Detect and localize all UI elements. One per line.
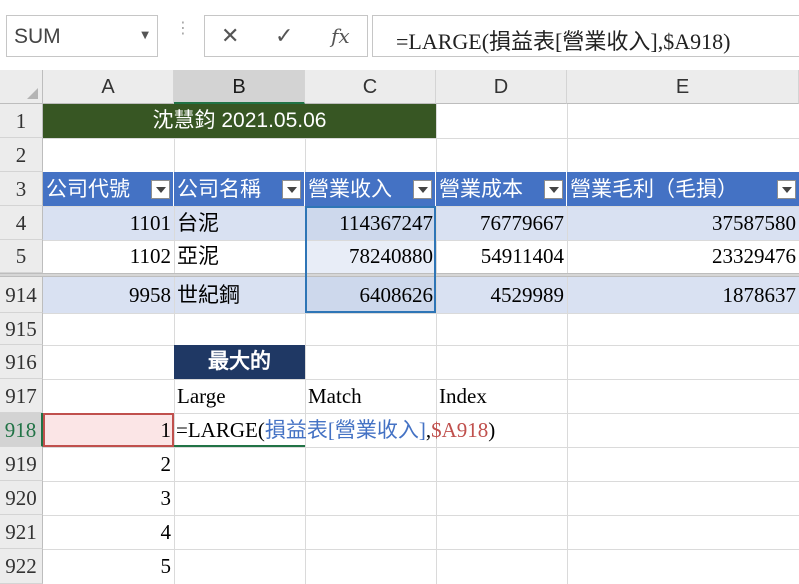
filter-dropdown-icon[interactable] bbox=[777, 180, 796, 199]
row-header-4[interactable]: 4 bbox=[0, 206, 43, 240]
column-header-c[interactable]: C bbox=[305, 70, 436, 104]
name-box[interactable]: SUM ▼ bbox=[6, 15, 158, 57]
cell-c917[interactable]: Match bbox=[305, 379, 436, 413]
formula-table-ref: 損益表[營業收入] bbox=[264, 418, 426, 442]
cell-b5[interactable]: 亞泥 bbox=[174, 240, 305, 273]
gridline bbox=[43, 313, 799, 314]
filter-dropdown-icon[interactable] bbox=[282, 180, 301, 199]
cell-e5[interactable]: 23329476 bbox=[567, 240, 799, 273]
cell-d914[interactable]: 4529989 bbox=[436, 277, 567, 313]
formula-buttons: ✕ ✓ fx bbox=[204, 15, 368, 57]
insert-function-icon[interactable]: fx bbox=[331, 24, 350, 48]
row-header-917[interactable]: 917 bbox=[0, 379, 43, 413]
cell-b4[interactable]: 台泥 bbox=[174, 206, 305, 240]
formula-input[interactable]: =LARGE(損益表[營業收入],$A918) bbox=[372, 15, 799, 57]
cell-a922[interactable]: 5 bbox=[43, 549, 174, 584]
cell-d917[interactable]: Index bbox=[436, 379, 567, 413]
row-header-916[interactable]: 916 bbox=[0, 345, 43, 379]
gridline bbox=[43, 345, 799, 346]
formula-text: =LARGE(損益表[營業收入],$A918) bbox=[396, 29, 731, 54]
formula-suffix: ) bbox=[488, 418, 496, 442]
cell-a914[interactable]: 9958 bbox=[43, 277, 174, 313]
row-header-3[interactable]: 3 bbox=[0, 172, 43, 206]
table-header-label: 營業收入 bbox=[308, 177, 392, 201]
row-header-920[interactable]: 920 bbox=[0, 481, 43, 515]
table-header-cell[interactable]: 營業成本 bbox=[436, 172, 567, 206]
cell-b917[interactable]: Large bbox=[174, 379, 305, 413]
cell-a921[interactable]: 4 bbox=[43, 515, 174, 549]
table-header-cell[interactable]: 營業收入 bbox=[305, 172, 436, 206]
cell-a5[interactable]: 1102 bbox=[43, 240, 174, 273]
table-header-cell[interactable]: 公司名稱 bbox=[174, 172, 305, 206]
table-header-label: 公司名稱 bbox=[177, 177, 261, 201]
drag-handle-icon[interactable]: ⋮ bbox=[175, 20, 191, 36]
cell-b914[interactable]: 世紀鋼 bbox=[174, 277, 305, 313]
row-header-2[interactable]: 2 bbox=[0, 138, 43, 172]
column-header-b[interactable]: B bbox=[174, 70, 305, 104]
gridline bbox=[43, 138, 799, 139]
worksheet-grid[interactable]: A B C D E 1 2 3 4 5 914 915 916 917 918 … bbox=[0, 70, 799, 584]
table-header-label: 營業毛利（毛損） bbox=[570, 177, 738, 201]
formula-prefix: =LARGE( bbox=[176, 418, 265, 442]
chevron-down-icon[interactable]: ▼ bbox=[141, 30, 149, 41]
cell-e4[interactable]: 37587580 bbox=[567, 206, 799, 240]
table-header-cell[interactable]: 公司代號 bbox=[43, 172, 174, 206]
row-header-1[interactable]: 1 bbox=[0, 104, 43, 138]
cell-d5[interactable]: 54911404 bbox=[436, 240, 567, 273]
name-box-value: SUM bbox=[14, 25, 61, 48]
cell-e914[interactable]: 1878637 bbox=[567, 277, 799, 313]
cell-a4[interactable]: 1101 bbox=[43, 206, 174, 240]
cell-a918[interactable]: 1 bbox=[43, 413, 174, 447]
row-header-5[interactable]: 5 bbox=[0, 240, 43, 273]
table-header-label: 營業成本 bbox=[439, 177, 523, 201]
table-header-cell[interactable]: 營業毛利（毛損） bbox=[567, 172, 799, 206]
row-header-922[interactable]: 922 bbox=[0, 549, 43, 584]
row-header-919[interactable]: 919 bbox=[0, 447, 43, 481]
column-header-e[interactable]: E bbox=[567, 70, 799, 104]
filter-dropdown-icon[interactable] bbox=[544, 180, 563, 199]
row-header-915[interactable]: 915 bbox=[0, 313, 43, 345]
column-header-a[interactable]: A bbox=[43, 70, 174, 104]
cell-a919[interactable]: 2 bbox=[43, 447, 174, 481]
row-header-914[interactable]: 914 bbox=[0, 277, 43, 313]
max-label-cell[interactable]: 最大的 bbox=[174, 345, 305, 379]
filter-dropdown-icon[interactable] bbox=[151, 180, 170, 199]
formula-bar: SUM ▼ ⋮ ✕ ✓ fx =LARGE(損益表[營業收入],$A918) bbox=[0, 0, 799, 70]
formula-cell-ref: $A918 bbox=[431, 418, 489, 442]
cell-d4[interactable]: 76779667 bbox=[436, 206, 567, 240]
select-all-button[interactable] bbox=[0, 70, 43, 104]
column-header-d[interactable]: D bbox=[436, 70, 567, 104]
filter-dropdown-icon[interactable] bbox=[413, 180, 432, 199]
cancel-icon[interactable]: ✕ bbox=[221, 24, 239, 49]
select-all-triangle-icon bbox=[27, 88, 38, 99]
formula-range-highlight bbox=[305, 206, 436, 313]
row-header-921[interactable]: 921 bbox=[0, 515, 43, 549]
cell-b918-editor[interactable]: =LARGE(損益表[營業收入],$A918) bbox=[176, 413, 495, 447]
row-header-918[interactable]: 918 bbox=[0, 413, 43, 447]
enter-icon[interactable]: ✓ bbox=[275, 24, 293, 49]
cell-a920[interactable]: 3 bbox=[43, 481, 174, 515]
table-header-label: 公司代號 bbox=[46, 177, 130, 201]
title-cell[interactable]: 沈慧鈞 2021.05.06 bbox=[43, 104, 436, 138]
